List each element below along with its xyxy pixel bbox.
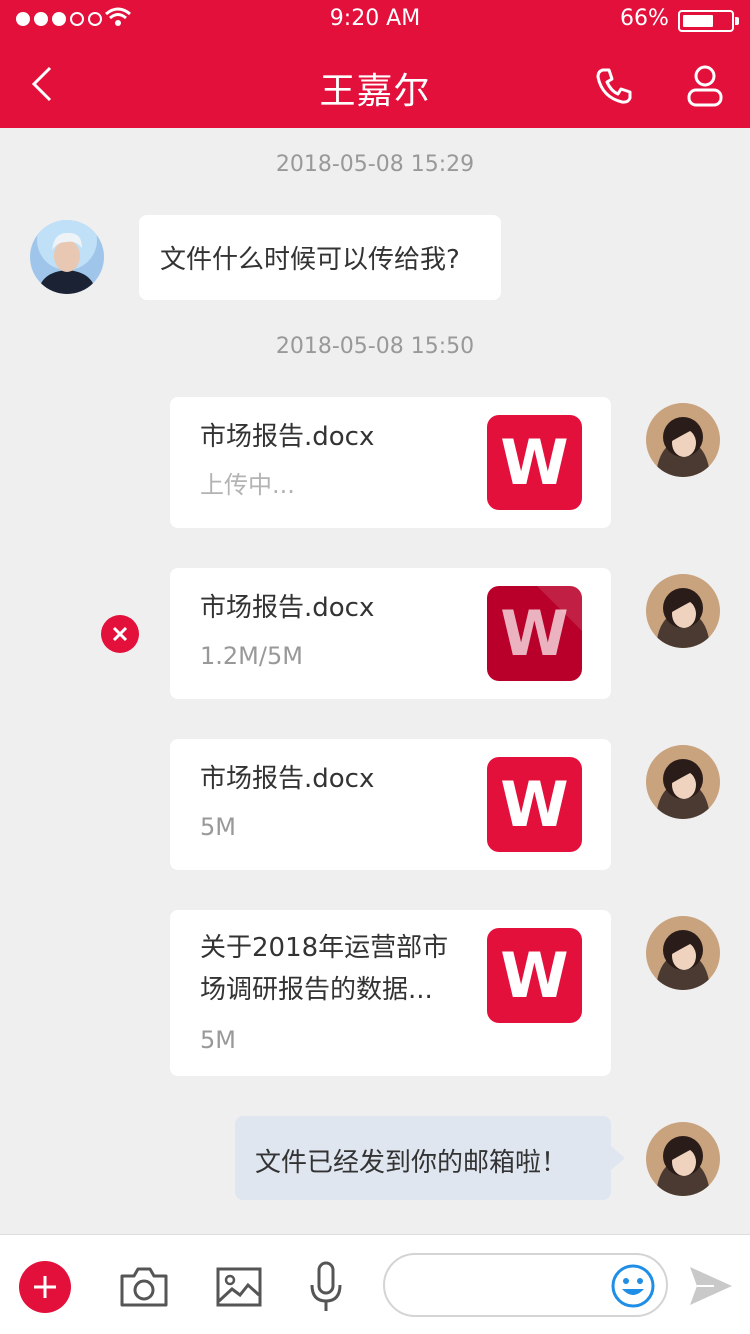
profile-button[interactable] <box>680 60 730 112</box>
word-doc-icon: W <box>487 415 582 510</box>
voice-button[interactable] <box>308 1259 344 1315</box>
word-doc-icon: W <box>487 586 582 681</box>
sent-message-bubble[interactable]: 文件已经发到你的邮箱啦！ <box>235 1116 625 1200</box>
file-progress: 1.2M/5M <box>200 642 303 670</box>
camera-button[interactable] <box>119 1265 169 1309</box>
file-name: 市场报告.docx <box>200 422 375 452</box>
phone-icon <box>596 68 632 104</box>
message-timestamp: 2018-05-08 15:29 <box>275 152 475 177</box>
user-avatar[interactable] <box>646 403 720 477</box>
user-avatar[interactable] <box>646 574 720 648</box>
user-avatar[interactable] <box>646 745 720 819</box>
emoji-button[interactable] <box>608 1261 658 1311</box>
file-name: 市场报告.docx <box>200 764 375 794</box>
file-name-line1: 关于2018年运营部市 <box>200 933 449 963</box>
contact-avatar[interactable] <box>30 220 104 294</box>
status-bar: 9:20 AM 66% <box>0 0 750 40</box>
message-timestamp: 2018-05-08 15:50 <box>275 334 475 359</box>
message-text: 文件什么时候可以传给我? <box>160 245 460 275</box>
input-toolbar <box>0 1234 750 1334</box>
file-size: 5M <box>200 813 236 841</box>
cancel-upload-button[interactable] <box>101 615 139 653</box>
file-message-bubble[interactable]: 市场报告.docx 1.2M/5M W <box>170 568 611 699</box>
plus-button[interactable] <box>19 1261 71 1313</box>
upload-status: 上传中... <box>200 471 295 499</box>
app-header: 9:20 AM 66% 王嘉尔 <box>0 0 750 128</box>
profile-icon <box>687 65 723 107</box>
file-name: 市场报告.docx <box>200 593 375 623</box>
user-avatar[interactable] <box>646 1122 720 1196</box>
microphone-icon <box>310 1261 342 1311</box>
plus-icon <box>34 1276 56 1298</box>
battery-icon <box>678 10 739 32</box>
word-doc-icon: W <box>487 757 582 852</box>
user-avatar[interactable] <box>646 916 720 990</box>
call-button[interactable] <box>588 60 640 112</box>
battery-percent: 66% <box>620 6 669 31</box>
received-message-bubble[interactable]: 文件什么时候可以传给我? <box>139 215 501 300</box>
close-icon <box>112 626 128 642</box>
file-name-line2: 场调研报告的数据... <box>200 975 433 1005</box>
file-message-bubble[interactable]: 市场报告.docx 上传中... W <box>170 397 611 528</box>
send-button[interactable] <box>686 1261 736 1311</box>
camera-icon <box>120 1267 168 1307</box>
file-message-bubble[interactable]: 市场报告.docx 5M W <box>170 739 611 870</box>
send-icon <box>690 1267 732 1305</box>
file-size: 5M <box>200 1026 236 1054</box>
emoji-icon <box>611 1264 655 1308</box>
image-button[interactable] <box>216 1265 262 1309</box>
message-text: 文件已经发到你的邮箱啦！ <box>255 1148 568 1178</box>
image-icon <box>216 1267 262 1307</box>
word-doc-icon: W <box>487 928 582 1023</box>
file-message-bubble[interactable]: 关于2018年运营部市 场调研报告的数据... 5M W <box>170 910 611 1076</box>
